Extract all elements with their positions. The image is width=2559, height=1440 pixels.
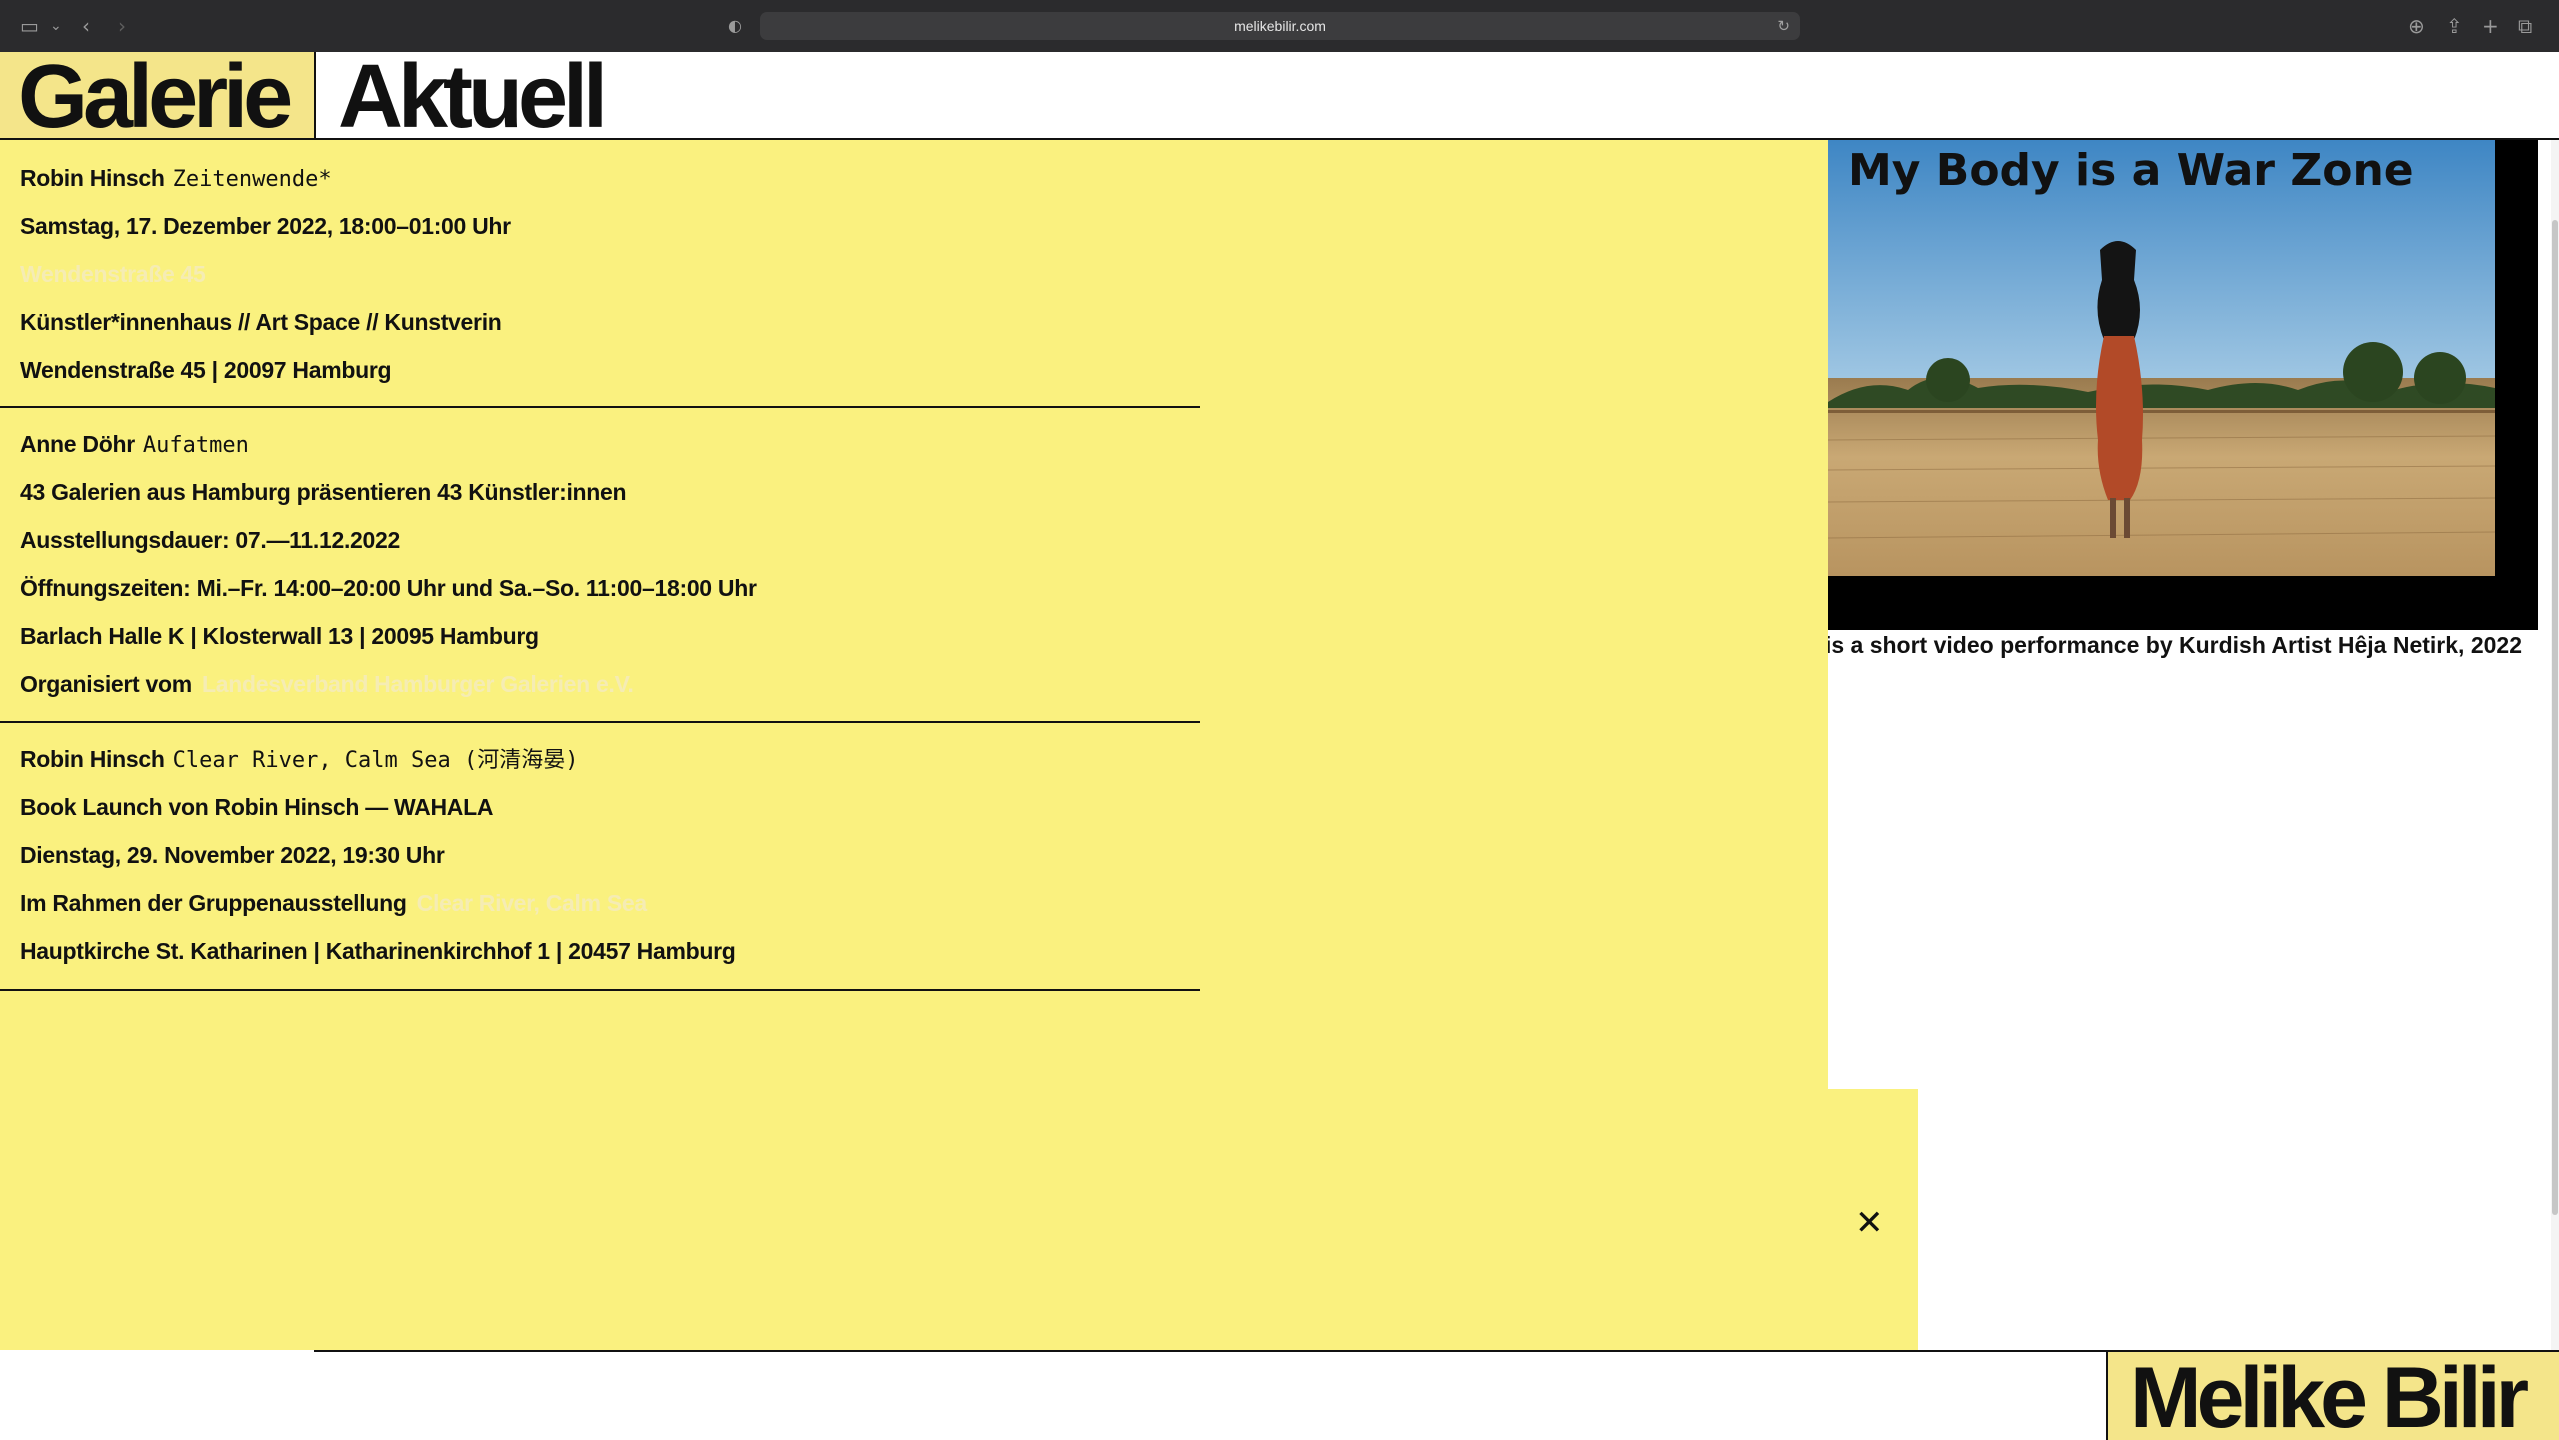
sidebar-toggle-icon[interactable]: ▭ — [20, 14, 39, 38]
site-header: Galerie Aktuell — [0, 52, 2559, 142]
event-address: Hauptkirche St. Katharinen | Katharinenk… — [20, 938, 736, 964]
event-address: Wendenstraße 45 | 20097 Hamburg — [20, 357, 392, 383]
tab-aktuell[interactable]: Aktuell — [318, 52, 638, 142]
video-player[interactable]: My Body is a War Zone — [1828, 140, 2538, 630]
shield-icon[interactable]: ◐ — [728, 14, 742, 38]
address-bar[interactable]: melikebilir.com ↻ — [760, 12, 1800, 40]
video-frame — [1828, 140, 2495, 576]
tab-galerie[interactable]: Galerie — [0, 52, 316, 142]
share-icon[interactable]: ⇪ — [2446, 14, 2463, 38]
video-title: My Body is a War Zone — [1848, 145, 2414, 196]
scrollbar-thumb[interactable] — [2552, 220, 2558, 1215]
figure-shawl — [2097, 241, 2140, 340]
event-opening-hours: Öffnungszeiten: Mi.–Fr. 14:00–20:00 Uhr … — [20, 575, 757, 601]
back-arrow-icon[interactable]: ‹ — [82, 14, 90, 38]
event-artist: Robin Hinsch — [20, 746, 165, 772]
organizer-prefix: Organisiert vom — [20, 671, 192, 697]
footer-name[interactable]: Melike Bilir — [2130, 1354, 2529, 1440]
footer-name-tab[interactable]: Melike Bilir — [2106, 1350, 2559, 1440]
event-item: Robin Hinsch Zeitenwende* Samstag, 17. De… — [0, 140, 1200, 408]
download-icon[interactable]: ⊕ — [2408, 14, 2425, 38]
event-item: Robin Hinsch Clear River, Calm Sea (河清海晏)… — [0, 723, 1200, 991]
event-context: Im Rahmen der Gruppenausstellung Clear R… — [20, 887, 647, 919]
event-title[interactable]: Aufatmen — [143, 433, 249, 458]
tab-galerie-label[interactable]: Galerie — [18, 52, 293, 142]
event-heading: Robin Hinsch Zeitenwende* — [20, 162, 332, 196]
event-heading: Robin Hinsch Clear River, Calm Sea (河清海晏) — [20, 743, 579, 777]
url-text[interactable]: melikebilir.com — [760, 15, 1800, 37]
event-date: Dienstag, 29. November 2022, 19:30 Uhr — [20, 842, 445, 868]
event-venue-link[interactable]: Wendenstraße 45 — [20, 258, 206, 290]
event-address: Barlach Halle K | Klosterwall 13 | 20095… — [20, 623, 539, 649]
browser-toolbar: ▭ ⌄ ‹ › ◐ melikebilir.com ↻ ⊕ ⇪ + ⧉ — [0, 0, 2559, 52]
context-prefix: Im Rahmen der Gruppenausstellung — [20, 890, 407, 916]
aktuell-panel: Robin Hinsch Zeitenwende* Samstag, 17. De… — [0, 140, 1828, 1350]
event-description: 43 Galerien aus Hamburg präsentieren 43 … — [20, 479, 627, 505]
context-link[interactable]: Clear River, Calm Sea — [417, 890, 648, 916]
event-date: Samstag, 17. Dezember 2022, 18:00–01:00 … — [20, 213, 511, 239]
close-icon[interactable]: ✕ — [1855, 1206, 1884, 1240]
event-organizer: Organisiert vom Landesverband Hamburger … — [20, 668, 634, 700]
tab-aktuell-label[interactable]: Aktuell — [338, 52, 608, 142]
video-caption-text: My Body is a War Zone is a short video p… — [1828, 632, 2522, 658]
event-item: Anne Döhr Aufatmen 43 Galerien aus Hambur… — [0, 408, 1200, 723]
organizer-link[interactable]: Landesverband Hamburger Galerien e.V. — [202, 671, 634, 697]
event-title[interactable]: Zeitenwende* — [173, 167, 332, 192]
event-description: Book Launch von Robin Hinsch — WAHALA — [20, 794, 494, 820]
event-duration: Ausstellungsdauer: 07.—11.12.2022 — [20, 527, 401, 553]
event-heading: Anne Döhr Aufatmen — [20, 428, 249, 462]
event-title[interactable]: Clear River, Calm Sea (河清海晏) — [173, 748, 579, 773]
video-caption: My Body is a War Zone is a short video p… — [1828, 628, 2538, 662]
event-venue: Künstler*innenhaus // Art Space // Kunst… — [20, 309, 502, 335]
chevron-down-icon[interactable]: ⌄ — [50, 14, 62, 38]
event-artist: Anne Döhr — [20, 431, 135, 457]
reload-icon[interactable]: ↻ — [1777, 15, 1790, 37]
new-tab-icon[interactable]: + — [2482, 14, 2499, 38]
tab-overview-icon[interactable]: ⧉ — [2518, 14, 2532, 38]
scrollbar[interactable] — [2551, 140, 2559, 1350]
forward-arrow-icon[interactable]: › — [118, 14, 126, 38]
figure-dress — [2096, 336, 2143, 500]
event-artist: Robin Hinsch — [20, 165, 165, 191]
